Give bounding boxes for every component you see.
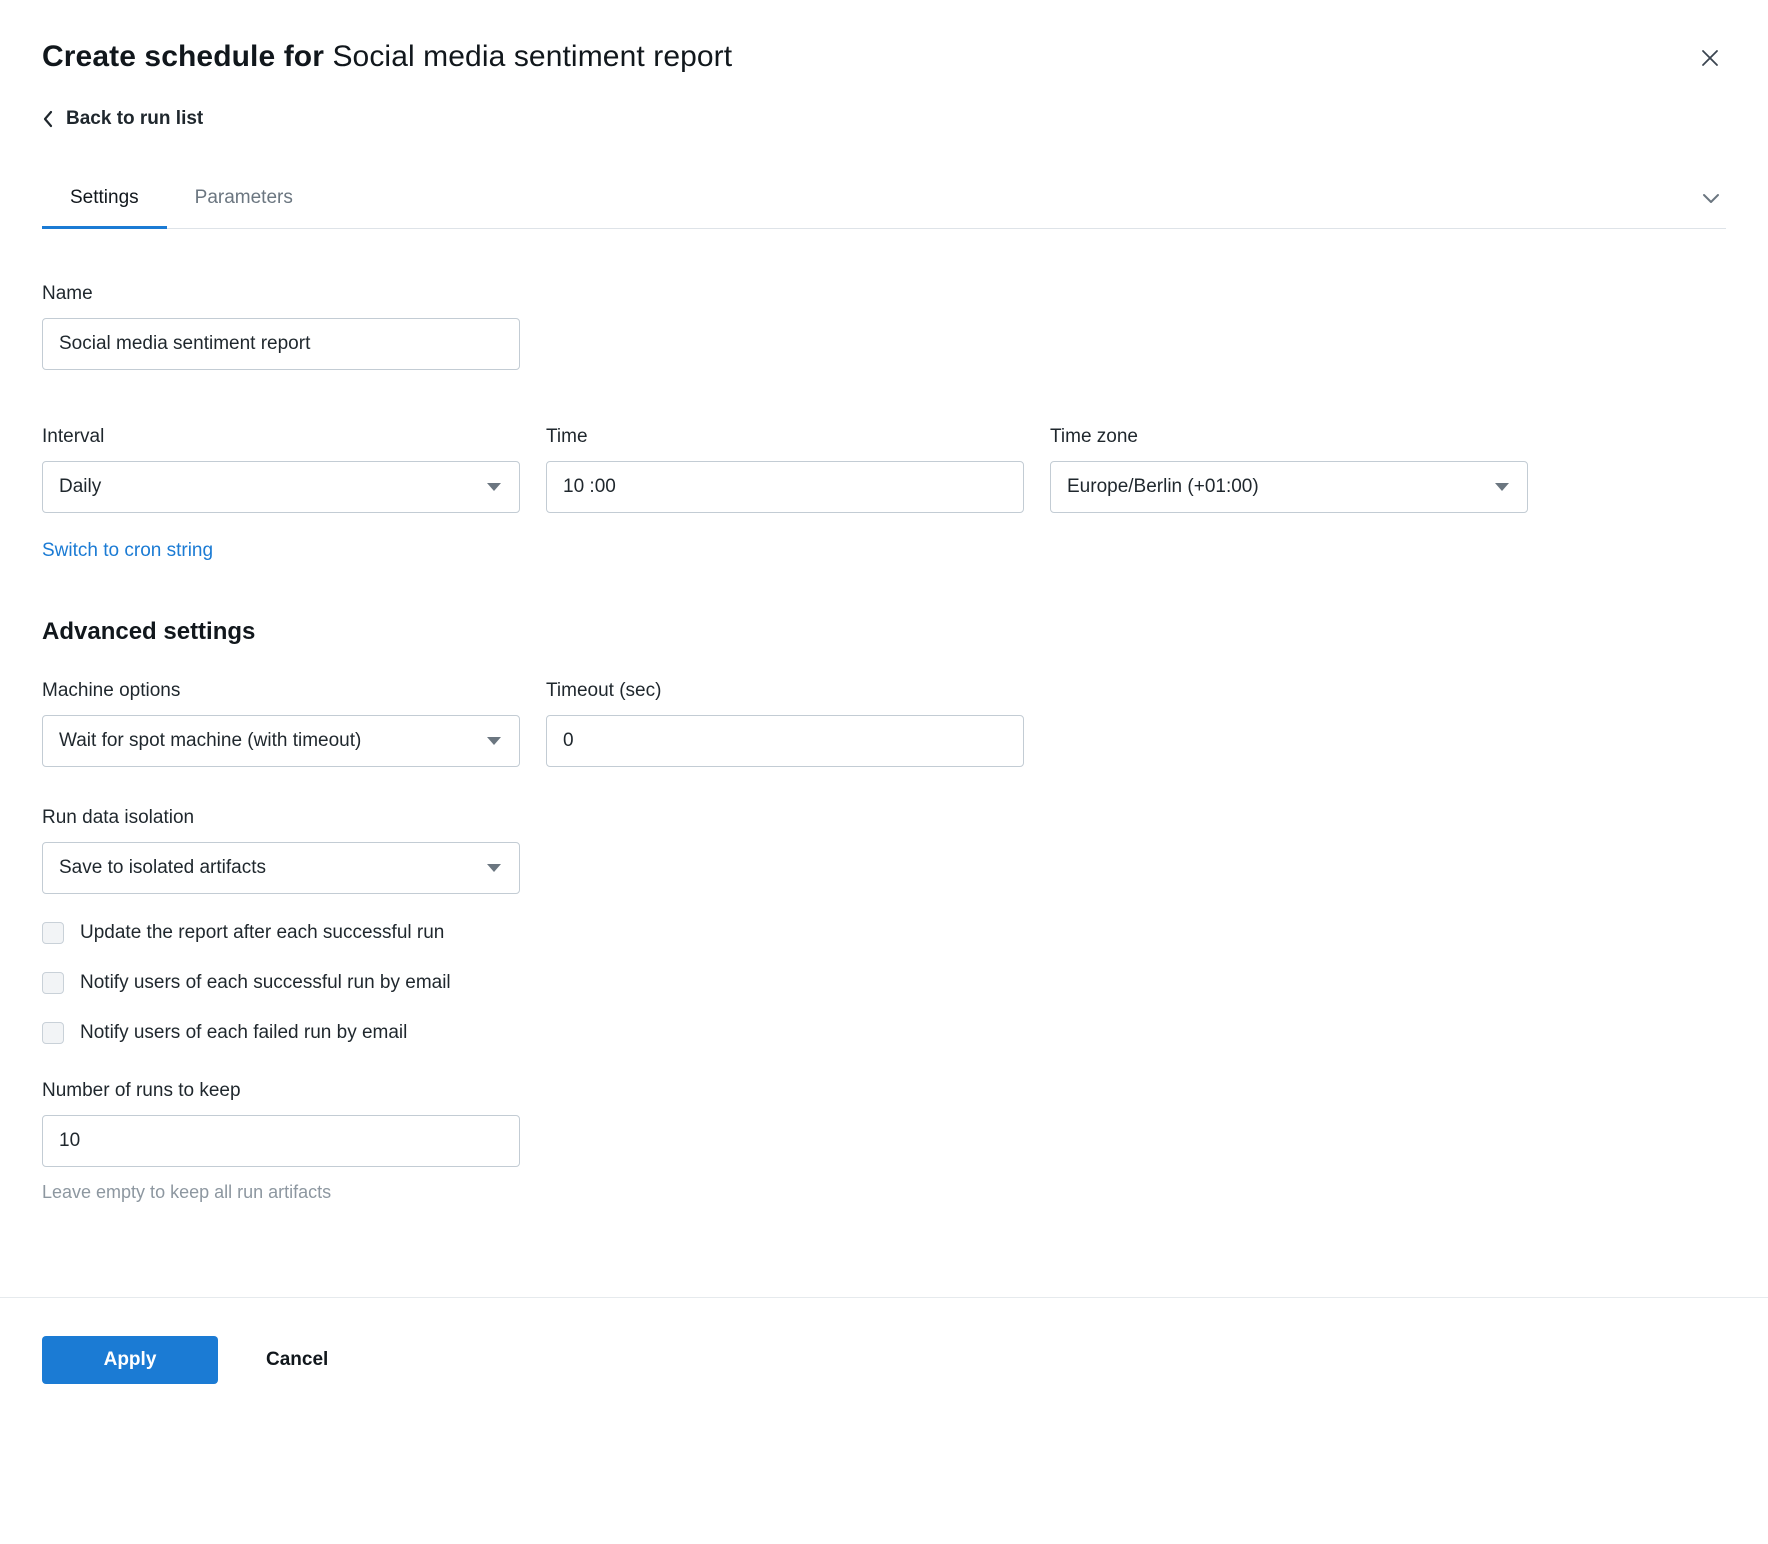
chevron-left-icon <box>42 110 54 128</box>
interval-label: Interval <box>42 426 520 448</box>
interval-value: Daily <box>59 476 101 498</box>
dialog-footer: Apply Cancel <box>0 1298 1768 1384</box>
notify-failed-checkbox-row[interactable]: Notify users of each failed run by email <box>42 1022 407 1044</box>
dialog-header: Create schedule for Social media sentime… <box>42 0 1726 74</box>
machine-options-field-group: Machine options Wait for spot machine (w… <box>42 680 520 767</box>
title-action: Create schedule for <box>42 40 324 73</box>
notify-failed-checkbox[interactable] <box>42 1022 64 1044</box>
caret-down-icon <box>487 483 501 491</box>
tab-bar: Settings Parameters <box>42 179 1726 229</box>
runs-to-keep-input[interactable] <box>42 1115 520 1167</box>
schedule-row: Interval Daily Time Time zone Europe/Ber… <box>42 426 1726 513</box>
chevron-down-icon[interactable] <box>1702 193 1726 215</box>
advanced-settings-heading: Advanced settings <box>42 618 1726 646</box>
update-report-checkbox-row[interactable]: Update the report after each successful … <box>42 922 444 944</box>
interval-select[interactable]: Daily <box>42 461 520 513</box>
run-data-isolation-value: Save to isolated artifacts <box>59 857 266 879</box>
tab-parameters[interactable]: Parameters <box>167 179 321 229</box>
run-data-isolation-select[interactable]: Save to isolated artifacts <box>42 842 520 894</box>
timeout-input[interactable] <box>546 715 1024 767</box>
timeout-label: Timeout (sec) <box>546 680 1024 702</box>
time-label: Time <box>546 426 1024 448</box>
notify-success-checkbox[interactable] <box>42 972 64 994</box>
caret-down-icon <box>1495 483 1509 491</box>
timezone-field-group: Time zone Europe/Berlin (+01:00) <box>1050 426 1528 513</box>
machine-options-label: Machine options <box>42 680 520 702</box>
notify-success-checkbox-label: Notify users of each successful run by e… <box>80 972 451 994</box>
create-schedule-dialog: Create schedule for Social media sentime… <box>0 0 1768 1384</box>
runs-to-keep-label: Number of runs to keep <box>42 1080 1726 1102</box>
interval-field-group: Interval Daily <box>42 426 520 513</box>
cancel-button[interactable]: Cancel <box>250 1349 344 1371</box>
back-to-run-list-link[interactable]: Back to run list <box>42 108 203 130</box>
timezone-value: Europe/Berlin (+01:00) <box>1067 476 1259 498</box>
machine-options-select[interactable]: Wait for spot machine (with timeout) <box>42 715 520 767</box>
apply-button[interactable]: Apply <box>42 1336 218 1384</box>
title-report-name: Social media sentiment report <box>332 40 732 73</box>
notify-success-checkbox-row[interactable]: Notify users of each successful run by e… <box>42 972 451 994</box>
notify-failed-checkbox-label: Notify users of each failed run by email <box>80 1022 407 1044</box>
name-field-group: Name <box>42 283 1726 370</box>
caret-down-icon <box>487 864 501 872</box>
machine-row: Machine options Wait for spot machine (w… <box>42 680 1726 767</box>
timeout-field-group: Timeout (sec) <box>546 680 1024 767</box>
time-field-group: Time <box>546 426 1024 513</box>
time-input[interactable] <box>546 461 1024 513</box>
update-report-checkbox-label: Update the report after each successful … <box>80 922 444 944</box>
close-icon <box>1700 48 1720 68</box>
caret-down-icon <box>487 737 501 745</box>
runs-to-keep-help-text: Leave empty to keep all run artifacts <box>42 1182 1726 1203</box>
machine-options-value: Wait for spot machine (with timeout) <box>59 730 361 752</box>
switch-to-cron-link[interactable]: Switch to cron string <box>42 540 213 562</box>
run-data-isolation-field-group: Run data isolation Save to isolated arti… <box>42 807 1726 894</box>
run-data-isolation-label: Run data isolation <box>42 807 1726 829</box>
timezone-label: Time zone <box>1050 426 1528 448</box>
tab-settings[interactable]: Settings <box>42 179 167 229</box>
runs-to-keep-field-group: Number of runs to keep Leave empty to ke… <box>42 1080 1726 1203</box>
update-report-checkbox[interactable] <box>42 922 64 944</box>
close-button[interactable] <box>1694 42 1726 74</box>
timezone-select[interactable]: Europe/Berlin (+01:00) <box>1050 461 1528 513</box>
back-link-label: Back to run list <box>66 108 203 130</box>
name-label: Name <box>42 283 1726 305</box>
name-input[interactable] <box>42 318 520 370</box>
page-title: Create schedule for Social media sentime… <box>42 40 732 74</box>
